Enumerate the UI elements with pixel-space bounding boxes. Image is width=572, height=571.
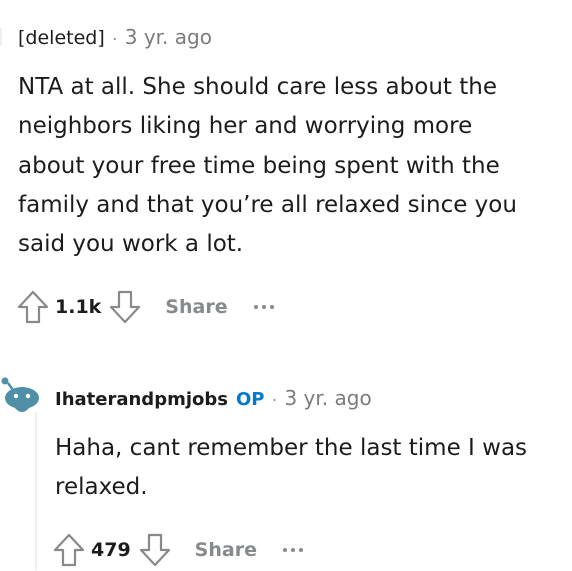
comment-actions: 479 Share [51,529,303,571]
upvote-arrow-icon[interactable] [51,530,87,570]
comment-line: relaxed. [55,474,148,501]
comment-header: Ihaterandpmjobs OP · 3 yr. ago [55,386,372,410]
comment-actions: 1.1k Share [15,286,274,328]
comment-author[interactable]: Ihaterandpmjobs [55,389,228,410]
comment-author[interactable]: [deleted] [18,27,105,49]
more-options-icon[interactable] [253,297,274,317]
comment-body: NTA at all. She should care less about t… [18,68,563,264]
comment-line: neighbors liking her and worrying more [18,113,473,140]
comment-line: about your free time being spent with th… [18,152,500,179]
comment-timestamp[interactable]: 3 yr. ago [284,386,371,410]
vote-score: 479 [91,539,131,561]
comment-timestamp[interactable]: 3 yr. ago [125,25,212,49]
share-button[interactable]: Share [165,296,227,318]
comment-line: Haha, cant remember the last time I was [55,435,528,461]
op-badge: OP [235,389,265,410]
comment-body: Haha, cant remember the last time I was … [55,429,565,508]
downvote-arrow-icon[interactable] [107,287,143,327]
vote-score: 1.1k [55,296,102,318]
comment-line: NTA at all. She should care less about t… [18,74,497,100]
more-options-icon[interactable] [282,540,303,560]
comment-line: said you work a lot. [18,231,244,258]
thread-line [0,28,2,46]
separator-dot: · [271,389,278,409]
share-button[interactable]: Share [195,539,257,561]
thread-line[interactable] [35,412,37,570]
snoo-avatar-icon[interactable] [0,372,40,416]
separator-dot: · [111,28,118,48]
downvote-arrow-icon[interactable] [137,530,173,570]
upvote-arrow-icon[interactable] [15,287,51,327]
comment-line: family and that you’re all relaxed since… [18,191,517,218]
comment-header: [deleted] · 3 yr. ago [18,25,212,49]
